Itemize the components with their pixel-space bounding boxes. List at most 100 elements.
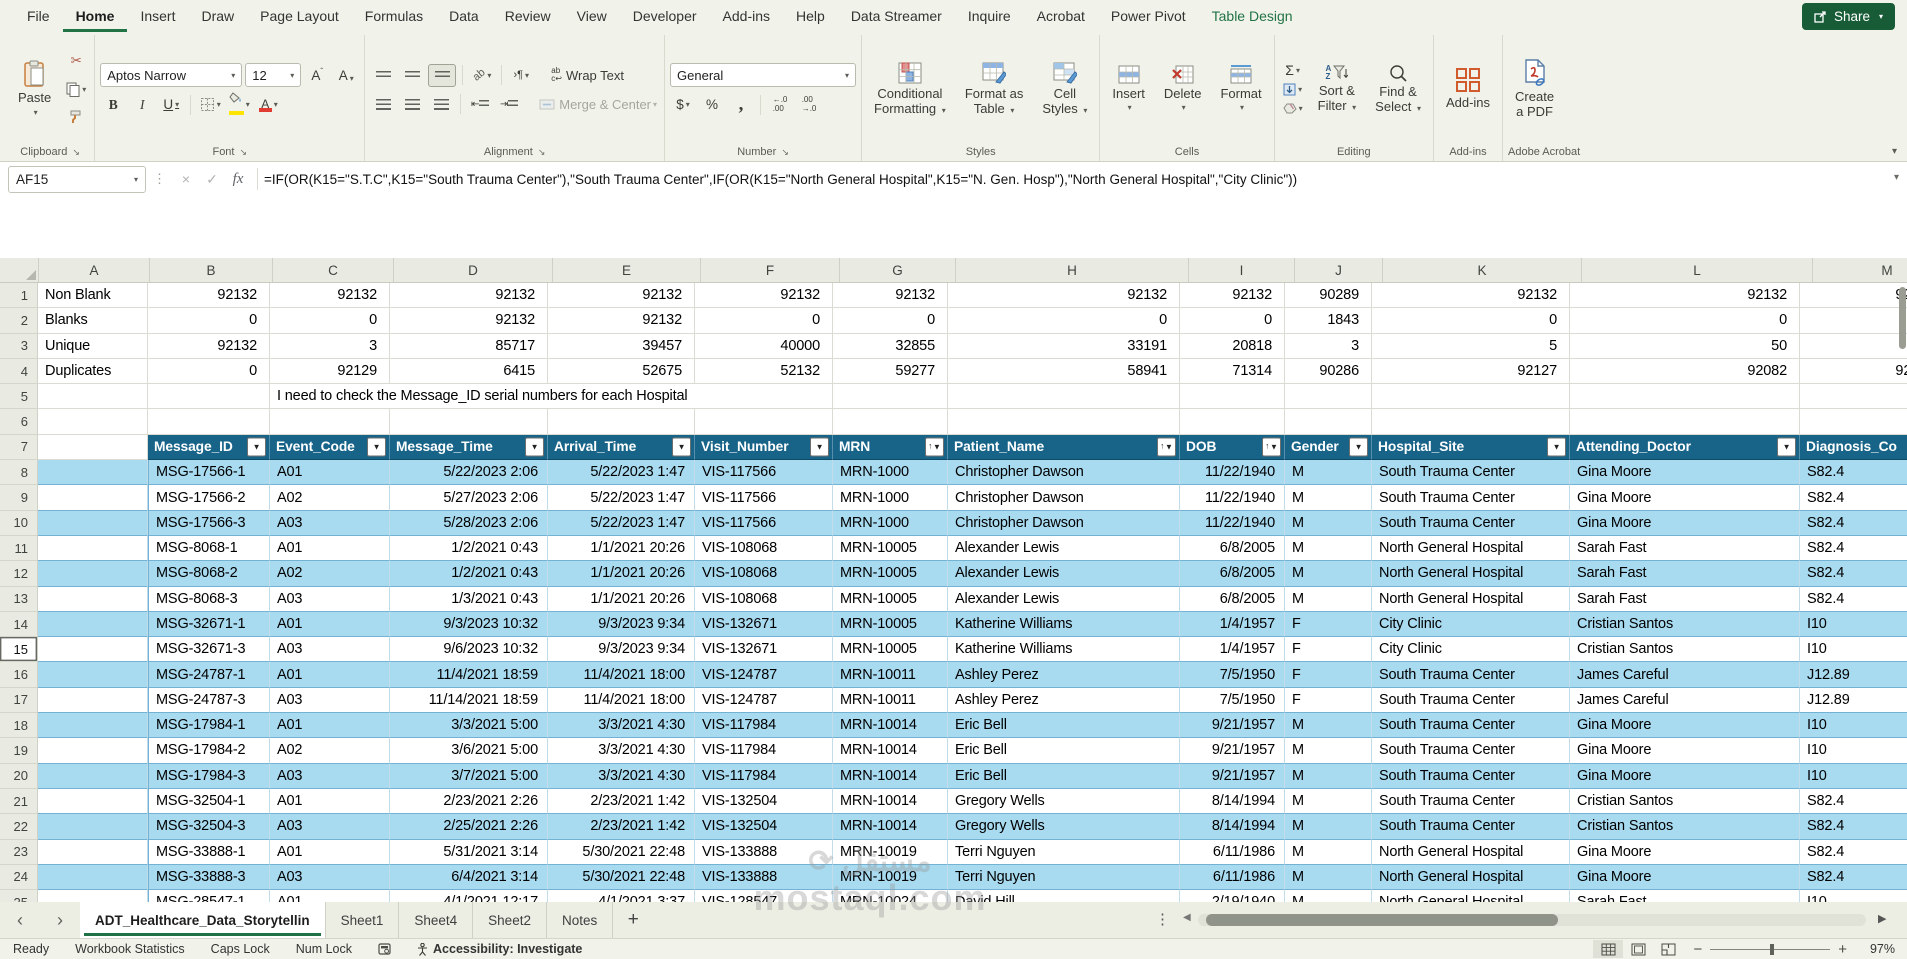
cell[interactable]: 1/4/1957 [1180,637,1285,662]
cell[interactable]: MSG-24787-3 [148,688,270,713]
bold-button[interactable]: B [100,94,126,115]
cell[interactable]: 3 [270,334,390,359]
sheet-tab-sheet1[interactable]: Sheet1 [326,902,400,938]
cell[interactable] [1800,384,1907,409]
cell[interactable]: 3/3/2021 4:30 [548,738,695,763]
shrink-font-button[interactable]: A▾ [333,65,359,86]
cell[interactable]: S82.4 [1800,840,1907,865]
cell[interactable]: VIS-132671 [695,612,833,637]
collapse-ribbon-icon[interactable]: ▾ [1892,146,1897,157]
table-header-message_id[interactable]: Message_ID▼ [148,435,270,460]
cell[interactable]: MRN-10024 [833,890,948,902]
cell[interactable]: VIS-108068 [695,561,833,586]
cell[interactable]: 11/22/1940 [1180,511,1285,536]
cell[interactable] [38,688,148,713]
cell[interactable]: 11/4/2021 18:59 [390,662,548,687]
cell[interactable]: MSG-33888-1 [148,840,270,865]
cell[interactable] [1570,384,1800,409]
font-name-select[interactable]: Aptos Narrow▾ [100,63,242,87]
cell[interactable]: F [1285,612,1372,637]
filter-button[interactable]: ▼ [367,437,386,456]
borders-button[interactable]: ▾ [197,94,223,115]
cell[interactable]: 5/27/2023 2:06 [390,485,548,510]
tab-power-pivot[interactable]: Power Pivot [1098,0,1199,32]
page-layout-view-button[interactable] [1623,940,1653,958]
cell[interactable]: Eric Bell [948,713,1180,738]
cell[interactable]: 90289 [1285,283,1372,308]
cell[interactable]: 1/3/2021 0:43 [390,587,548,612]
cell[interactable]: VIS-132671 [695,637,833,662]
cell[interactable]: 0 [1180,308,1285,333]
cell[interactable]: A03 [270,764,390,789]
format-as-table-button[interactable]: Format asTable ▾ [958,61,1031,117]
cell[interactable]: MRN-10011 [833,662,948,687]
cell[interactable]: F [1285,662,1372,687]
cancel-entry-button[interactable]: × [173,171,199,187]
cell[interactable]: 6/11/1986 [1180,865,1285,890]
column-header-M[interactable]: M [1813,258,1907,282]
tab-developer[interactable]: Developer [620,0,710,32]
cell[interactable] [148,409,270,434]
cell[interactable]: 20818 [1180,334,1285,359]
filter-button[interactable]: ▼ [810,437,829,456]
orientation-button[interactable]: ab▾ [469,65,495,86]
row-header-8[interactable]: 8 [0,460,38,485]
increase-indent-button[interactable]: ⇥ [496,94,522,115]
cell[interactable]: 5/22/2023 1:47 [548,511,695,536]
cell[interactable] [148,384,270,409]
cell[interactable]: 3/3/2021 4:30 [548,713,695,738]
macro-record-icon[interactable] [365,943,404,955]
sort-filter-button[interactable]: AZ Sort &Filter ▾ [1311,64,1364,115]
comma-style-button[interactable]: , [728,94,754,115]
cell[interactable]: M [1285,814,1372,839]
cell[interactable]: South Trauma Center [1372,814,1570,839]
tab-view[interactable]: View [564,0,620,32]
cell[interactable]: Unique [38,334,148,359]
cell[interactable]: F [1285,688,1372,713]
cell[interactable]: J12.89 [1800,688,1907,713]
cell[interactable]: 1/1/2021 20:26 [548,587,695,612]
copy-button[interactable]: ▾ [63,79,89,100]
vertical-scrollbar[interactable] [1898,282,1907,902]
cell[interactable]: A02 [270,738,390,763]
cell[interactable] [948,409,1180,434]
cell[interactable]: 5/30/2021 22:48 [548,840,695,865]
cell[interactable]: Gina Moore [1570,840,1800,865]
cell[interactable]: MSG-17566-1 [148,460,270,485]
row-header-18[interactable]: 18 [0,713,38,738]
filter-button[interactable]: ▼ [1777,437,1796,456]
cell[interactable]: 0 [948,308,1180,333]
cell[interactable]: MSG-8068-2 [148,561,270,586]
cell[interactable]: Blanks [38,308,148,333]
insert-cells-button[interactable]: Insert ▾ [1105,64,1152,115]
table-header-arrival_time[interactable]: Arrival_Time▼ [548,435,695,460]
cell[interactable]: VIS-124787 [695,662,833,687]
cell[interactable]: North General Hospital [1372,890,1570,902]
cell[interactable]: South Trauma Center [1372,460,1570,485]
cell[interactable]: 11/14/2021 18:59 [390,688,548,713]
cell[interactable]: 4/1/2021 3:37 [548,890,695,902]
cell[interactable]: Gina Moore [1570,460,1800,485]
cell[interactable]: Gregory Wells [948,814,1180,839]
cell[interactable]: 3/7/2021 5:00 [390,764,548,789]
cell[interactable]: M [1285,840,1372,865]
cell[interactable]: Ashley Perez [948,662,1180,687]
tab-acrobat[interactable]: Acrobat [1024,0,1098,32]
cell[interactable] [38,865,148,890]
cell[interactable]: A01 [270,662,390,687]
cell[interactable]: 40000 [695,334,833,359]
cell[interactable]: 1/1/2021 20:26 [548,536,695,561]
cell[interactable]: 11/22/1940 [1180,485,1285,510]
cell[interactable] [38,561,148,586]
cell[interactable]: 1/1/2021 20:26 [548,561,695,586]
cell[interactable]: VIS-117984 [695,738,833,763]
cell[interactable]: VIS-108068 [695,587,833,612]
cell[interactable] [1180,384,1285,409]
row-header-16[interactable]: 16 [0,662,38,687]
cell[interactable]: M [1285,561,1372,586]
font-color-button[interactable]: A ▾ [255,94,281,115]
cell[interactable]: MRN-10019 [833,865,948,890]
cell[interactable]: A02 [270,561,390,586]
cell[interactable]: 1/4/1957 [1180,612,1285,637]
cell[interactable]: Gina Moore [1570,485,1800,510]
